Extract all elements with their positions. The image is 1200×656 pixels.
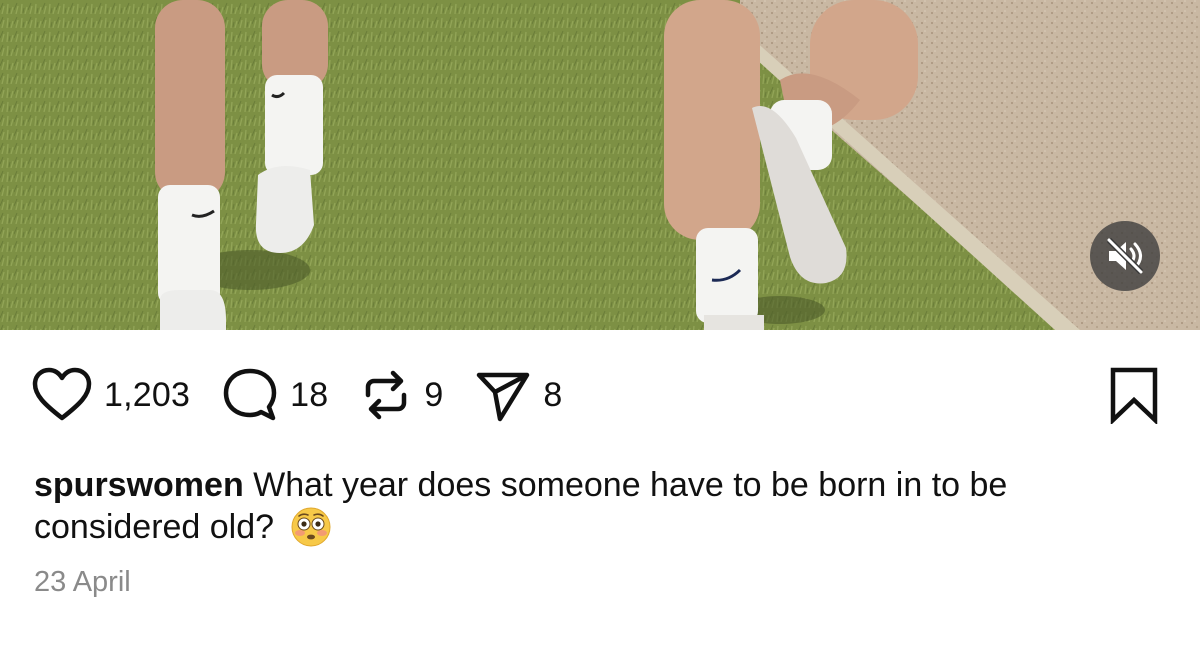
- mute-button[interactable]: [1090, 221, 1160, 291]
- repost-icon: [366, 370, 407, 420]
- repost-button[interactable]: 9: [358, 365, 443, 425]
- post-video[interactable]: [0, 0, 1200, 330]
- share-button[interactable]: 8: [473, 365, 562, 425]
- flushed-face-emoji: [291, 507, 331, 547]
- comment-icon: [223, 368, 277, 421]
- speaker-muted-icon: [1106, 238, 1144, 274]
- share-count: 8: [543, 375, 563, 414]
- like-button[interactable]: 1,203: [30, 366, 190, 424]
- video-frame: [0, 0, 1200, 330]
- bookmark-icon: [1110, 367, 1158, 426]
- author-username[interactable]: spurswomen: [34, 466, 244, 504]
- post-caption: spurswomen What year does someone have t…: [34, 464, 1174, 548]
- post-action-bar: 1,203 18 9 8: [30, 362, 1170, 428]
- heart-icon: [32, 367, 92, 421]
- like-count: 1,203: [104, 375, 191, 414]
- post-date: 23 April: [34, 566, 131, 598]
- save-button[interactable]: [1108, 366, 1160, 429]
- send-icon: [477, 372, 530, 422]
- comment-button[interactable]: 18: [220, 365, 328, 425]
- comment-count: 18: [290, 375, 329, 414]
- repost-count: 9: [424, 375, 444, 414]
